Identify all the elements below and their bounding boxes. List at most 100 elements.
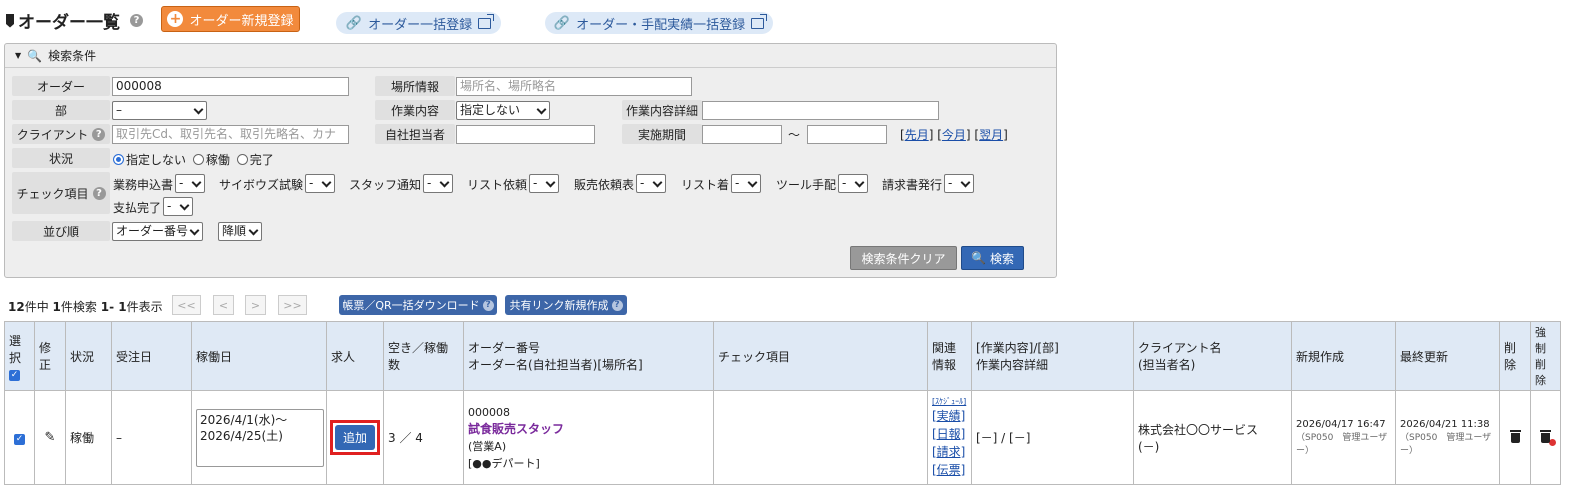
link-icon: 🔗 — [345, 15, 363, 31]
order-table: 選択 ✓ 修正 状況 受注日 稼働日 求人 空き／稼働数 オーダー番号 オーダー名(… — [4, 321, 1561, 485]
next-month-link[interactable]: 翌月 — [979, 128, 1003, 142]
table-row: ✓ ✎ 稼働 – 2026/4/1(水)〜 2026/4/25(土) 追加 3 ／… — [4, 390, 1561, 485]
row-delete-cell — [1499, 390, 1531, 485]
order-place: [●●デパート] — [468, 456, 540, 470]
slip-link[interactable]: [伝票] — [932, 461, 967, 479]
check-item-select[interactable]: - — [731, 174, 761, 193]
period-from-input[interactable] — [702, 125, 782, 144]
client-name: 株式会社〇〇サービス — [1138, 422, 1259, 437]
work-date-textarea[interactable]: 2026/4/1(水)〜 2026/4/25(土) — [196, 408, 324, 467]
col-work-date: 稼働日 — [191, 321, 327, 391]
order-label: オーダー — [12, 76, 110, 96]
sort-direction-select[interactable]: 降順 — [218, 222, 262, 241]
trash-icon[interactable] — [1509, 429, 1521, 443]
help-icon[interactable]: ? — [92, 127, 106, 141]
help-icon[interactable]: ? — [130, 14, 143, 27]
check-item-select[interactable]: - — [944, 174, 974, 193]
status-radio-none[interactable]: 指定しない — [113, 153, 186, 167]
record-link[interactable]: [実績] — [932, 407, 967, 425]
order-input[interactable]: 000008 — [112, 77, 349, 96]
check-item-label: サイボウズ試験 — [219, 178, 304, 192]
schedule-link[interactable]: [ｽｹｼﾞｭｰﾙ] — [932, 396, 967, 407]
check-item-select[interactable]: - — [163, 197, 193, 216]
row-order-date: – — [111, 390, 192, 485]
status-radio-active[interactable]: 稼働 — [192, 153, 230, 167]
place-label: 場所情報 — [375, 76, 455, 96]
edit-icon[interactable]: ✎ — [45, 430, 56, 445]
prev-month-link[interactable]: 先月 — [905, 128, 929, 142]
col-force-delete: 強制 削除 — [1530, 321, 1561, 391]
work-detail-label: 作業内容詳細 — [622, 100, 702, 120]
row-force-delete-cell — [1530, 390, 1561, 485]
report-link[interactable]: [日報] — [932, 425, 967, 443]
search-button[interactable]: 🔍 検索 — [961, 246, 1024, 270]
bookmark-icon — [6, 13, 14, 28]
page-title-text: オーダー一覧 — [18, 13, 120, 33]
col-vacancy: 空き／稼働数 — [383, 321, 464, 391]
invoice-link[interactable]: [請求] — [932, 443, 967, 461]
share-link-button[interactable]: 共有リンク新規作成? — [505, 295, 627, 315]
add-recruit-button[interactable]: 追加 — [329, 420, 380, 455]
check-item-label: スタッフ通知 — [349, 178, 422, 192]
col-order-date: 受注日 — [111, 321, 192, 391]
pager-last[interactable]: >> — [278, 295, 307, 315]
sort-field-select[interactable]: オーダー番号 — [112, 222, 203, 241]
new-order-button[interactable]: + オーダー新規登録 — [161, 6, 300, 32]
place-input[interactable]: 場所名、場所略名 — [456, 77, 692, 96]
help-icon[interactable]: ? — [92, 186, 106, 200]
order-number: 000008 — [468, 405, 510, 419]
row-checkbox[interactable]: ✓ — [14, 434, 25, 445]
check-item-select[interactable]: - — [423, 174, 453, 193]
period-to-input[interactable] — [807, 125, 887, 144]
external-link-icon — [751, 13, 768, 29]
pager-prev[interactable]: < — [213, 295, 234, 315]
search-icon: 🔍 — [971, 251, 986, 265]
select-all-checkbox[interactable]: ✓ — [9, 369, 20, 381]
check-item-select[interactable]: - — [529, 174, 559, 193]
status-radio-done[interactable]: 完了 — [236, 153, 274, 167]
col-created: 新規作成 — [1291, 321, 1396, 391]
check-item-select[interactable]: - — [305, 174, 335, 193]
page-title: オーダー一覧 ? — [6, 8, 143, 33]
row-order-cell: 000008 試食販売スタッフ (営業A) [●●デパート] — [463, 390, 714, 485]
bulk-register-link[interactable]: 🔗 オーダー一括登録 — [336, 12, 501, 34]
check-item-label: リスト着 — [681, 178, 730, 192]
tilde: 〜 — [788, 128, 801, 142]
search-panel-header[interactable]: ▼ 🔍 検索条件 — [5, 44, 1056, 68]
bulk-record-link[interactable]: 🔗 オーダー・手配実績一括登録 — [545, 12, 773, 34]
staff-label: 自社担当者 — [375, 124, 455, 144]
created-by: （SP050 管理ユーザー） — [1296, 433, 1388, 456]
row-edit-cell: ✎ — [34, 390, 66, 485]
download-button[interactable]: 帳票／QR一括ダウンロード? — [339, 295, 497, 315]
help-icon: ? — [482, 299, 494, 311]
client-label: クライアント? — [12, 124, 110, 144]
col-edit: 修正 — [34, 321, 66, 391]
force-delete-icon[interactable] — [1540, 429, 1556, 446]
bulk-record-label: オーダー・手配実績一括登録 — [576, 17, 746, 33]
check-item-select[interactable]: - — [175, 174, 205, 193]
dept-select[interactable]: – — [112, 101, 207, 120]
row-status: 稼働 — [65, 390, 112, 485]
work-select[interactable]: 指定しない — [456, 101, 550, 120]
row-updated-cell: 2026/04/21 11:38 （SP050 管理ユーザー） — [1395, 390, 1500, 485]
check-item-label: 販売依頼表 — [574, 178, 635, 192]
row-check-cell — [713, 390, 928, 485]
pager-first[interactable]: << — [172, 295, 201, 315]
work-detail-input[interactable] — [702, 101, 939, 120]
updated-date: 2026/04/21 11:38 — [1400, 419, 1490, 430]
this-month-link[interactable]: 今月 — [942, 128, 966, 142]
order-name-link[interactable]: 試食販売スタッフ — [468, 421, 709, 438]
client-input[interactable]: 取引先Cd、取引先名、取引先略名、カナ — [112, 125, 349, 144]
status-label: 状況 — [12, 148, 110, 168]
clear-search-button[interactable]: 検索条件クリア — [850, 246, 957, 270]
staff-input[interactable] — [456, 125, 595, 144]
check-item-label: 支払完了 — [113, 201, 162, 215]
check-item-select[interactable]: - — [838, 174, 868, 193]
help-icon: ? — [611, 299, 623, 311]
check-item-select[interactable]: - — [636, 174, 666, 193]
pager-next[interactable]: > — [245, 295, 266, 315]
col-delete: 削除 — [1499, 321, 1531, 391]
search-icon: 🔍 — [27, 48, 43, 63]
order-staff: (営業A) — [468, 439, 507, 453]
row-recruit-cell: 追加 — [326, 390, 384, 485]
